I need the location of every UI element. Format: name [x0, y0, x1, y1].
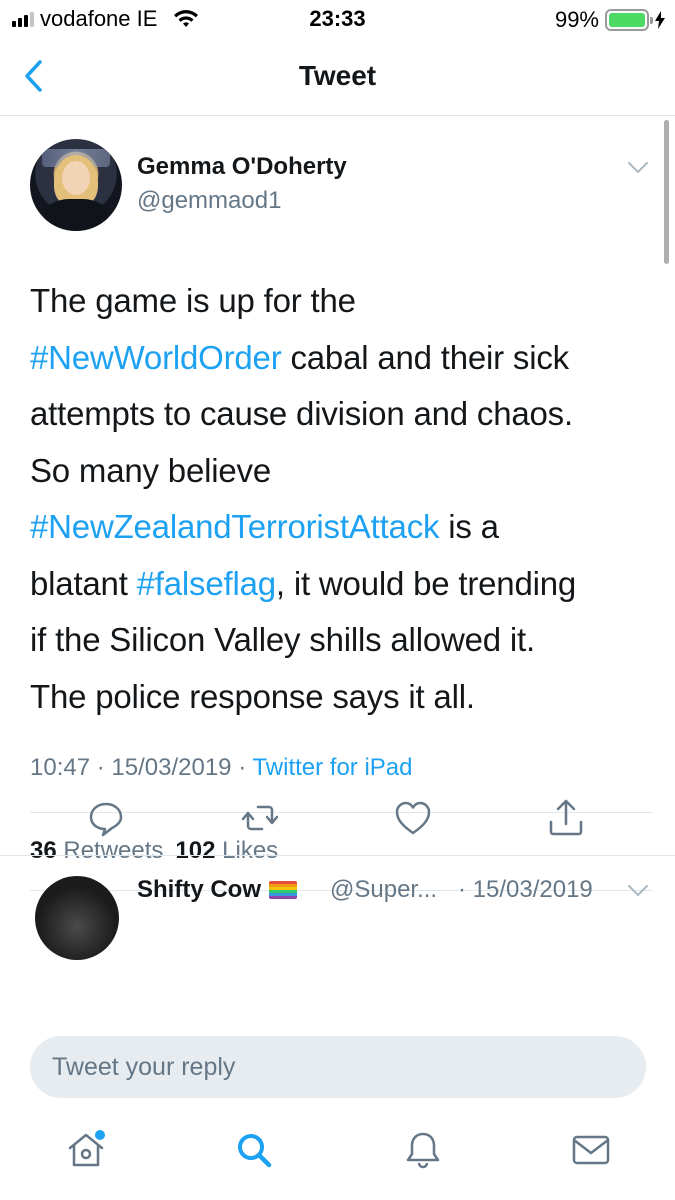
tweet-text: The game is up for the #NewWorldOrder cab…: [30, 273, 650, 725]
tweet-text-segment: blatant: [30, 564, 137, 602]
meta-separator: ·: [96, 754, 105, 781]
reply-date: · 15/03/2019: [458, 876, 593, 903]
tweet-text-line: #NewZealandTerroristAttack is a: [30, 499, 650, 556]
reply-tweet[interactable]: Shifty Cow @Super... · 15/03/2019: [0, 855, 675, 1020]
chevron-down-icon[interactable]: [627, 161, 649, 175]
hashtag-link[interactable]: #falseflag: [137, 565, 276, 602]
share-icon[interactable]: [546, 798, 586, 838]
tweet-text-segment: , it would be trending: [275, 564, 577, 602]
tweet-text-line: The police response says it all.: [30, 669, 650, 726]
page-title: Tweet: [298, 60, 377, 91]
tweet-text-segment: The police response says it all.: [30, 677, 475, 715]
messages-icon[interactable]: [569, 1128, 613, 1172]
reply-icon[interactable]: [86, 798, 126, 838]
author-name[interactable]: Gemma O'Doherty: [137, 153, 347, 181]
meta-separator: ·: [238, 754, 247, 781]
tweet-text-segment: attempts to cause division and chaos.: [30, 395, 573, 432]
hashtag-link[interactable]: #NewWorldOrder: [30, 339, 282, 376]
reply-author-name[interactable]: Shifty Cow: [137, 876, 297, 904]
tweet-text-line: attempts to cause division and chaos.: [30, 386, 650, 443]
reply-input[interactable]: [30, 1036, 646, 1098]
battery-icon: [605, 9, 653, 31]
reply-composer: [0, 1020, 675, 1110]
author-handle[interactable]: @gemmaod1: [137, 187, 281, 215]
tweet-text-line: #NewWorldOrder cabal and their sick: [30, 330, 650, 387]
tweet-source-link[interactable]: Twitter for iPad: [252, 754, 412, 781]
tweet-text-segment: cabal and their sick: [281, 338, 569, 376]
search-icon[interactable]: [232, 1128, 276, 1172]
hashtag-link[interactable]: #NewZealandTerroristAttack: [30, 508, 440, 545]
unread-dot: [95, 1130, 105, 1140]
tweet-meta: 10:47 · 15/03/2019 · Twitter for iPad: [30, 754, 413, 782]
author-avatar[interactable]: [30, 139, 122, 231]
reply-avatar[interactable]: [35, 876, 119, 960]
tweet-time: 10:47: [30, 754, 91, 781]
chevron-down-icon[interactable]: [627, 884, 649, 898]
battery-percent: 99%: [554, 7, 599, 32]
retweet-icon[interactable]: [240, 798, 280, 838]
notifications-icon[interactable]: [401, 1128, 445, 1172]
scroll-indicator[interactable]: [664, 120, 669, 264]
tweet-text-line: if the Silicon Valley shills allowed it.: [30, 612, 650, 669]
nav-bar: Tweet: [0, 40, 675, 116]
tweet-text-line: So many believe: [30, 443, 650, 500]
battery-fill: [609, 13, 645, 27]
tweet-date: 15/03/2019: [111, 754, 232, 781]
tweet-text-segment: is a: [439, 508, 499, 545]
tweet-text-segment: The game is up for the: [30, 282, 356, 319]
like-icon[interactable]: [393, 798, 433, 838]
tweet-actions: [0, 790, 675, 850]
rainbow-flag-icon: [269, 881, 297, 899]
charging-bolt-icon: [655, 11, 665, 29]
reply-author-label: Shifty Cow: [137, 876, 261, 903]
status-bar: vodafone IE 23:33 99%: [0, 0, 675, 40]
tweet-text-line: blatant #falseflag, it would be trending: [30, 556, 650, 613]
tweet-text-segment: if the Silicon Valley shills allowed it.: [30, 621, 535, 658]
tweet-text-line: The game is up for the: [30, 273, 650, 330]
battery-group: 99%: [555, 7, 665, 33]
tweet-text-segment: So many believe: [30, 451, 271, 489]
tab-bar: [0, 1110, 675, 1200]
reply-author-handle[interactable]: @Super...: [330, 876, 437, 904]
